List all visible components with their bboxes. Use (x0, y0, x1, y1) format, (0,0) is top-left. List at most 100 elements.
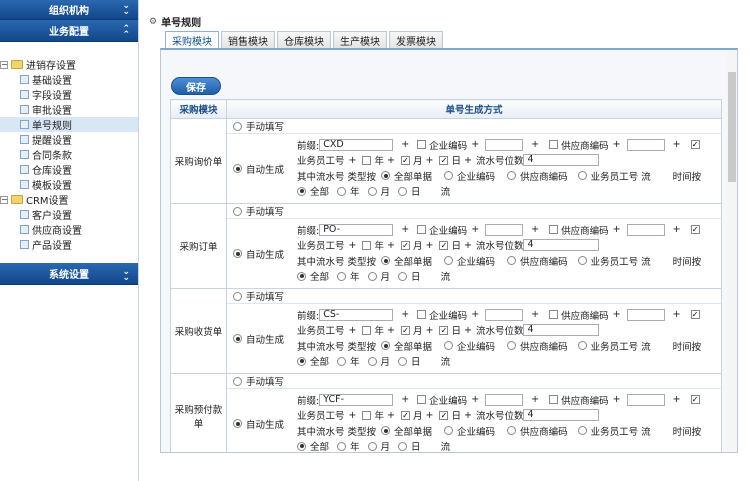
tree-group-inventory[interactable]: − 进销存设置 (0, 57, 138, 72)
month-checkbox[interactable]: ✓ (400, 155, 410, 165)
radio-company[interactable] (444, 426, 454, 436)
supplier-code-input[interactable] (626, 223, 665, 236)
year-checkbox[interactable] (362, 240, 372, 250)
tab-purchase[interactable]: 采购模块 (165, 31, 219, 48)
tree-group-crm[interactable]: − CRM设置 (0, 192, 138, 207)
day-checkbox[interactable]: ✓ (439, 155, 449, 165)
tree-item-selected[interactable]: 单号规则 (0, 117, 138, 132)
radio-day[interactable] (398, 186, 408, 196)
radio-all-docs[interactable] (381, 256, 391, 266)
scrollbar-thumb[interactable] (728, 72, 736, 182)
tree-item[interactable]: 字段设置 (0, 87, 138, 102)
radio-all-docs[interactable] (381, 426, 391, 436)
supplier-code-checkbox[interactable] (549, 310, 559, 320)
collapse-toggle-icon[interactable]: − (0, 60, 8, 69)
day-checkbox[interactable]: ✓ (439, 410, 449, 420)
supplier-code-input[interactable] (626, 308, 665, 321)
radio-year[interactable] (337, 271, 347, 281)
radio-auto[interactable] (233, 334, 242, 343)
radio-year[interactable] (337, 186, 347, 196)
radio-day[interactable] (398, 356, 408, 366)
radio-company[interactable] (444, 256, 454, 266)
month-checkbox[interactable]: ✓ (400, 240, 410, 250)
radio-day[interactable] (398, 271, 408, 281)
company-code-input[interactable] (485, 393, 524, 406)
radio-staff[interactable] (577, 171, 587, 181)
company-code-input[interactable] (485, 308, 524, 321)
supplier-code-input[interactable] (626, 138, 665, 151)
company-code-checkbox[interactable] (417, 225, 427, 235)
radio-month[interactable] (367, 186, 377, 196)
radio-supplier[interactable] (507, 341, 517, 351)
radio-all-time[interactable] (297, 441, 306, 451)
tree-item[interactable]: 产品设置 (0, 237, 138, 252)
checkbox-checked[interactable]: ✓ (690, 395, 700, 405)
radio-supplier[interactable] (507, 426, 517, 436)
chevron-up-icon[interactable]: ⌃ ⌃ (122, 25, 130, 40)
tree-item[interactable]: 合同条款 (0, 147, 138, 162)
radio-all-docs[interactable] (381, 341, 391, 351)
day-checkbox[interactable]: ✓ (439, 240, 449, 250)
year-checkbox[interactable] (362, 155, 372, 165)
prefix-input[interactable]: YCF- (319, 393, 394, 406)
month-checkbox[interactable]: ✓ (400, 410, 410, 420)
serial-digits-input[interactable]: 4 (523, 239, 600, 252)
supplier-code-checkbox[interactable] (549, 395, 559, 405)
tab-sales[interactable]: 销售模块 (221, 31, 275, 48)
supplier-code-input[interactable] (626, 393, 665, 406)
tab-production[interactable]: 生产模块 (333, 31, 387, 48)
radio-all-time[interactable] (297, 356, 306, 366)
manual-option[interactable]: 手动填写 (227, 119, 721, 134)
scrollbar[interactable] (727, 50, 737, 452)
radio-auto[interactable] (233, 164, 242, 173)
chevron-down-icon[interactable]: ⌄ ⌄ (122, 268, 130, 283)
auto-option-label[interactable]: 自动生成 (227, 389, 297, 452)
serial-digits-input[interactable]: 4 (523, 409, 600, 422)
month-checkbox[interactable]: ✓ (400, 325, 410, 335)
radio-month[interactable] (367, 271, 377, 281)
radio-manual[interactable] (233, 291, 242, 301)
radio-supplier[interactable] (507, 171, 517, 181)
prefix-input[interactable]: CS- (319, 308, 394, 321)
year-checkbox[interactable] (362, 325, 372, 335)
radio-all-docs[interactable] (381, 171, 391, 181)
tree-item[interactable]: 模板设置 (0, 177, 138, 192)
save-button[interactable]: 保存 (171, 77, 221, 95)
tree-item[interactable]: 审批设置 (0, 102, 138, 117)
radio-manual[interactable] (233, 376, 242, 386)
radio-staff[interactable] (577, 341, 587, 351)
auto-option-label[interactable]: 自动生成 (227, 134, 297, 203)
sidebar-section-system[interactable]: 系统设置 ⌄ ⌄ (0, 263, 138, 285)
tab-invoice[interactable]: 发票模块 (389, 31, 443, 48)
radio-staff[interactable] (577, 256, 587, 266)
radio-day[interactable] (398, 441, 408, 451)
tree-item[interactable]: 基础设置 (0, 72, 138, 87)
checkbox-checked[interactable]: ✓ (690, 140, 700, 150)
company-code-input[interactable] (485, 138, 524, 151)
company-code-checkbox[interactable] (417, 395, 427, 405)
day-checkbox[interactable]: ✓ (439, 325, 449, 335)
tree-item[interactable]: 仓库设置 (0, 162, 138, 177)
radio-all-time[interactable] (297, 271, 306, 281)
radio-company[interactable] (444, 341, 454, 351)
auto-option-label[interactable]: 自动生成 (227, 304, 297, 373)
manual-option[interactable]: 手动填写 (227, 289, 721, 304)
tree-item[interactable]: 供应商设置 (0, 222, 138, 237)
prefix-input[interactable]: PO- (319, 223, 394, 236)
radio-month[interactable] (367, 441, 377, 451)
sidebar-section-business[interactable]: 业务配置 ⌃ ⌃ (0, 20, 138, 42)
manual-option[interactable]: 手动填写 (227, 374, 721, 389)
tree-item[interactable]: 提醒设置 (0, 132, 138, 147)
collapse-toggle-icon[interactable]: − (0, 195, 8, 204)
tab-warehouse[interactable]: 仓库模块 (277, 31, 331, 48)
manual-option[interactable]: 手动填写 (227, 204, 721, 219)
radio-manual[interactable] (233, 206, 242, 216)
radio-year[interactable] (337, 356, 347, 366)
company-code-checkbox[interactable] (417, 310, 427, 320)
radio-supplier[interactable] (507, 256, 517, 266)
checkbox-checked[interactable]: ✓ (690, 225, 700, 235)
checkbox-checked[interactable]: ✓ (690, 310, 700, 320)
sidebar-section-org[interactable]: 组织机构 ⌄ ⌄ (0, 0, 138, 20)
year-checkbox[interactable] (362, 410, 372, 420)
radio-auto[interactable] (233, 419, 242, 428)
